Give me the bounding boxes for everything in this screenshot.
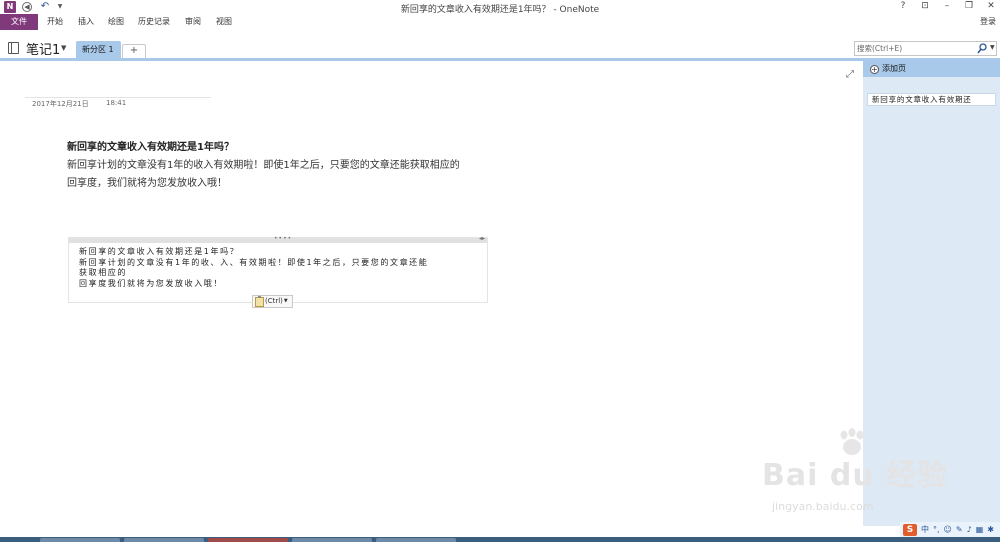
tab-file[interactable]: 文件: [0, 14, 38, 30]
paste-options-label: (Ctrl): [265, 297, 283, 305]
settings-icon[interactable]: ✱: [987, 525, 994, 534]
page-date: 2017年12月21日: [32, 100, 89, 108]
page-time: 18:41: [106, 99, 127, 107]
emoji-icon[interactable]: ☺: [944, 525, 952, 534]
add-page-button[interactable]: + 添加页: [863, 61, 1000, 77]
onenote-logo-icon: N: [4, 1, 16, 13]
pasted-line: 回享度我们就将为您发放收入哦！: [79, 278, 223, 288]
close-button[interactable]: ✕: [986, 1, 996, 11]
restore-button[interactable]: ❐: [964, 1, 974, 11]
ribbon-tabs: 文件 开始 插入 绘图 历史记录 审阅 视图 登录: [0, 14, 1000, 30]
note-body: 新回享计划的文章没有1年的收入有效期啦！即使1年之后，只要您的文章还能获取相应的…: [67, 157, 487, 193]
keyboard-icon[interactable]: ▦: [976, 525, 984, 534]
baidu-watermark: Bai du 经验 jingyan.baidu.com: [752, 428, 952, 520]
title-bar: N ◀ ↶ ▼ 新回享的文章收入有效期还是1年吗？ - OneNote ? ⊡ …: [0, 0, 1000, 15]
undo-icon[interactable]: ↶: [39, 1, 51, 13]
paste-options-button[interactable]: (Ctrl) ▼: [252, 295, 293, 308]
minimize-button[interactable]: –: [942, 1, 952, 11]
taskbar-button[interactable]: [292, 538, 372, 542]
search-scope-chevron-icon[interactable]: ▼: [990, 44, 995, 51]
add-page-label: 添加页: [882, 64, 906, 73]
search-box[interactable]: ▼: [854, 41, 997, 56]
taskbar-button[interactable]: [40, 538, 120, 542]
page-tab-item[interactable]: 新回享的文章收入有效期还: [867, 93, 996, 106]
notebook-icon[interactable]: [8, 42, 19, 54]
taskbar-button[interactable]: [124, 538, 204, 542]
chevron-down-icon[interactable]: ▼: [61, 44, 66, 52]
taskbar-button[interactable]: [208, 538, 288, 542]
resize-arrows-icon[interactable]: ◂▸: [479, 235, 485, 242]
tab-history[interactable]: 历史记录: [138, 14, 170, 30]
chevron-down-icon: ▼: [283, 298, 288, 304]
full-page-view-icon[interactable]: ⤢: [846, 69, 854, 80]
notebook-name[interactable]: 笔记1: [26, 39, 60, 58]
ime-toolbar: S 中 °, ☺ ✎ ♪ ▦ ✱: [900, 522, 1000, 537]
section-tab-active[interactable]: 新分区 1: [76, 41, 121, 58]
window-controls: ? ⊡ – ❐ ✕: [898, 1, 996, 11]
clipboard-icon: [255, 295, 264, 307]
page-canvas[interactable]: ⤢ 2017年12月21日 18:41 新回享的文章收入有效期还是1年吗？ 新回…: [0, 61, 863, 526]
pen-icon[interactable]: ✎: [956, 525, 963, 534]
sogou-ime-icon[interactable]: S: [903, 523, 917, 536]
pasted-line: 新回享计划的文章没有1年的收、入、有效期啦！即使1年之后，只要您的文章还能: [79, 257, 429, 267]
grip-icon[interactable]: ••••: [274, 235, 292, 242]
microphone-icon[interactable]: ♪: [967, 525, 972, 534]
add-section-button[interactable]: +: [122, 44, 146, 58]
tab-insert[interactable]: 插入: [78, 14, 94, 30]
page-title-field[interactable]: [25, 97, 211, 98]
sign-in-link[interactable]: 登录: [980, 14, 996, 30]
search-input[interactable]: [855, 42, 973, 55]
note-body-line: 回享度，我们就将为您发放收入哦！: [67, 178, 227, 189]
notebook-bar: 笔记1 ▼ 新分区 1 + ▼: [0, 38, 1000, 58]
pasted-note-container[interactable]: •••• ◂▸ 新回享的文章收入有效期还是1年吗？ 新回享计划的文章没有1年的收…: [68, 235, 488, 303]
pasted-text: 新回享的文章收入有效期还是1年吗？ 新回享计划的文章没有1年的收、入、有效期啦！…: [79, 247, 485, 289]
plus-icon: +: [870, 64, 879, 74]
ime-mode-toggle[interactable]: 中: [921, 524, 929, 535]
container-drag-handle[interactable]: •••• ◂▸: [69, 235, 487, 243]
help-button[interactable]: ?: [898, 1, 908, 11]
search-icon[interactable]: [977, 43, 987, 54]
tab-view[interactable]: 视图: [216, 14, 232, 30]
watermark-url: jingyan.baidu.com: [772, 500, 874, 513]
watermark-text: Bai du 经验: [762, 458, 949, 493]
note-heading: 新回享的文章收入有效期还是1年吗？: [67, 142, 234, 153]
note-container[interactable]: 新回享的文章收入有效期还是1年吗？ 新回享计划的文章没有1年的收入有效期啦！即使…: [67, 141, 487, 193]
tab-home[interactable]: 开始: [47, 14, 63, 30]
tab-draw[interactable]: 绘图: [108, 14, 124, 30]
note-body-line: 新回享计划的文章没有1年的收入有效期啦！即使1年之后，只要您的文章还能获取相应的: [67, 160, 460, 171]
ribbon-display-button[interactable]: ⊡: [920, 1, 930, 11]
customize-quick-access-icon[interactable]: ▼: [54, 1, 66, 13]
pasted-line: 获取相应的: [79, 268, 127, 277]
tab-review[interactable]: 审阅: [185, 14, 201, 30]
taskbar-button[interactable]: [376, 538, 456, 542]
pasted-line: 新回享的文章收入有效期还是1年吗？: [79, 247, 240, 256]
back-icon[interactable]: ◀: [22, 2, 32, 12]
ime-punctuation-toggle[interactable]: °,: [933, 525, 940, 534]
